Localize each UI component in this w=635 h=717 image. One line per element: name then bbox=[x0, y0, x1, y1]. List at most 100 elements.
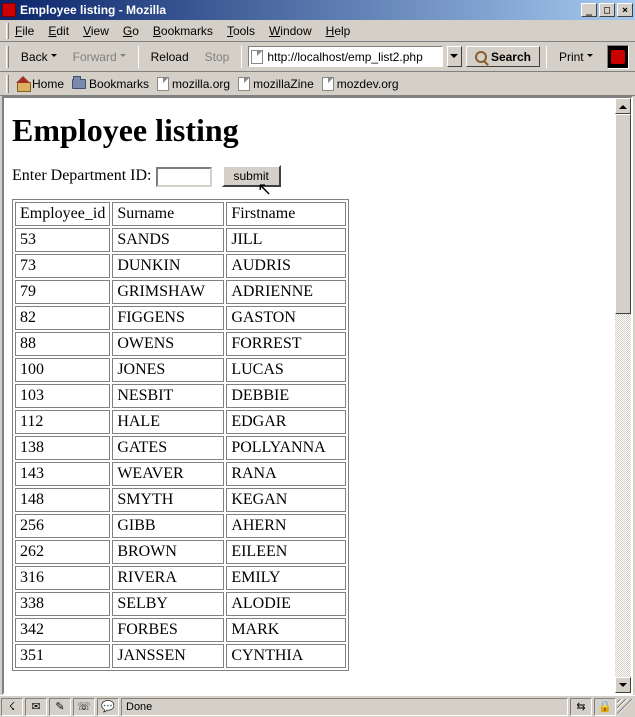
cell-id: 79 bbox=[15, 280, 110, 304]
table-row: 79GRIMSHAWADRIENNE bbox=[15, 280, 346, 304]
cell-firstname: KEGAN bbox=[226, 488, 346, 512]
menu-help[interactable]: Help bbox=[326, 24, 351, 38]
scroll-track[interactable] bbox=[615, 114, 631, 677]
status-security-icon[interactable]: 🔒 bbox=[594, 698, 616, 716]
cell-surname: NESBIT bbox=[112, 384, 224, 408]
window-titlebar: Employee listing - Mozilla _ □ × bbox=[0, 0, 635, 20]
menubar: File Edit View Go Bookmarks Tools Window… bbox=[0, 20, 635, 42]
cell-id: 338 bbox=[15, 592, 110, 616]
status-addressbook-icon[interactable]: ☏ bbox=[73, 698, 95, 716]
status-irc-icon[interactable]: 💬 bbox=[97, 698, 119, 716]
home-icon bbox=[17, 78, 29, 90]
cell-firstname: POLLYANNA bbox=[226, 436, 346, 460]
bookmarks-folder[interactable]: Bookmarks bbox=[72, 77, 149, 91]
menu-view[interactable]: View bbox=[83, 24, 109, 38]
cell-id: 53 bbox=[15, 228, 110, 252]
stop-button[interactable]: Stop bbox=[199, 48, 236, 66]
mozilla-app-icon bbox=[2, 3, 16, 17]
navigation-toolbar: Back Forward Reload Stop http://localhos… bbox=[0, 42, 635, 72]
cell-id: 82 bbox=[15, 306, 110, 330]
department-id-input[interactable] bbox=[156, 167, 212, 187]
content-area: Employee listing Enter Department ID: su… bbox=[2, 96, 633, 695]
cell-surname: DUNKIN bbox=[112, 254, 224, 278]
window-title: Employee listing - Mozilla bbox=[20, 3, 579, 17]
table-row: 112HALEEDGAR bbox=[15, 410, 346, 434]
cell-firstname: EMILY bbox=[226, 566, 346, 590]
back-button[interactable]: Back bbox=[15, 48, 63, 66]
bookmark-mozilla-org[interactable]: mozilla.org bbox=[157, 77, 230, 91]
url-bar[interactable]: http://localhost/emp_list2.php bbox=[248, 46, 443, 67]
status-text: Done bbox=[121, 698, 568, 716]
resize-grip[interactable] bbox=[617, 699, 633, 715]
url-dropdown-button[interactable] bbox=[447, 46, 462, 67]
cell-surname: GIBB bbox=[112, 514, 224, 538]
toolbar-separator bbox=[241, 46, 242, 68]
cell-surname: WEAVER bbox=[112, 462, 224, 486]
cell-id: 100 bbox=[15, 358, 110, 382]
cell-id: 316 bbox=[15, 566, 110, 590]
scroll-down-button[interactable] bbox=[615, 677, 631, 693]
cell-id: 256 bbox=[15, 514, 110, 538]
status-mail-icon[interactable]: ✉ bbox=[25, 698, 47, 716]
col-employee-id: Employee_id bbox=[15, 202, 110, 226]
toolbar-handle[interactable] bbox=[6, 46, 9, 68]
cell-id: 148 bbox=[15, 488, 110, 512]
status-navigator-icon[interactable]: ☇ bbox=[1, 698, 23, 716]
cell-surname: HALE bbox=[112, 410, 224, 434]
cell-firstname: ALODIE bbox=[226, 592, 346, 616]
table-row: 88OWENSFORREST bbox=[15, 332, 346, 356]
scroll-up-button[interactable] bbox=[615, 98, 631, 114]
search-button[interactable]: Search bbox=[466, 46, 540, 67]
throbber-icon bbox=[607, 45, 629, 69]
cell-surname: RIVERA bbox=[112, 566, 224, 590]
cell-surname: JONES bbox=[112, 358, 224, 382]
toolbar-separator bbox=[546, 46, 547, 68]
table-row: 82FIGGENSGASTON bbox=[15, 306, 346, 330]
table-row: 100JONESLUCAS bbox=[15, 358, 346, 382]
cell-firstname: FORREST bbox=[226, 332, 346, 356]
table-row: 143WEAVERRANA bbox=[15, 462, 346, 486]
bookmark-mozillazine[interactable]: mozillaZine bbox=[238, 77, 314, 91]
toolbar-handle[interactable] bbox=[6, 23, 9, 39]
menu-tools[interactable]: Tools bbox=[227, 24, 255, 38]
status-online-icon[interactable]: ⇆ bbox=[570, 698, 592, 716]
menu-edit[interactable]: Edit bbox=[48, 24, 69, 38]
bookmark-mozdev-org[interactable]: mozdev.org bbox=[322, 77, 399, 91]
folder-icon bbox=[72, 79, 86, 89]
menu-go[interactable]: Go bbox=[123, 24, 139, 38]
table-row: 103NESBITDEBBIE bbox=[15, 384, 346, 408]
forward-button[interactable]: Forward bbox=[67, 48, 132, 66]
maximize-button[interactable]: □ bbox=[599, 3, 615, 17]
submit-button[interactable]: submit bbox=[222, 165, 281, 187]
menu-file[interactable]: File bbox=[15, 24, 34, 38]
employee-table: Employee_id Surname Firstname 53SANDSJIL… bbox=[12, 199, 349, 671]
cell-id: 143 bbox=[15, 462, 110, 486]
cell-surname: OWENS bbox=[112, 332, 224, 356]
url-text: http://localhost/emp_list2.php bbox=[267, 50, 422, 64]
cell-surname: SANDS bbox=[112, 228, 224, 252]
table-row: 342FORBESMARK bbox=[15, 618, 346, 642]
close-button[interactable]: × bbox=[617, 3, 633, 17]
scroll-thumb[interactable] bbox=[615, 114, 631, 314]
cell-surname: GATES bbox=[112, 436, 224, 460]
table-row: 53SANDSJILL bbox=[15, 228, 346, 252]
cell-firstname: AUDRIS bbox=[226, 254, 346, 278]
minimize-button[interactable]: _ bbox=[581, 3, 597, 17]
toolbar-handle[interactable] bbox=[6, 75, 9, 93]
menu-bookmarks[interactable]: Bookmarks bbox=[153, 24, 213, 38]
table-row: 316RIVERAEMILY bbox=[15, 566, 346, 590]
menu-window[interactable]: Window bbox=[269, 24, 312, 38]
cell-firstname: ADRIENNE bbox=[226, 280, 346, 304]
department-label: Enter Department ID: bbox=[12, 167, 152, 184]
cell-firstname: GASTON bbox=[226, 306, 346, 330]
vertical-scrollbar[interactable] bbox=[615, 98, 631, 693]
home-button[interactable]: Home bbox=[17, 77, 64, 91]
status-composer-icon[interactable]: ✎ bbox=[49, 698, 71, 716]
cell-surname: SELBY bbox=[112, 592, 224, 616]
print-button[interactable]: Print bbox=[553, 48, 599, 66]
reload-button[interactable]: Reload bbox=[145, 48, 195, 66]
cell-firstname: RANA bbox=[226, 462, 346, 486]
cell-surname: GRIMSHAW bbox=[112, 280, 224, 304]
cell-id: 138 bbox=[15, 436, 110, 460]
cell-id: 112 bbox=[15, 410, 110, 434]
